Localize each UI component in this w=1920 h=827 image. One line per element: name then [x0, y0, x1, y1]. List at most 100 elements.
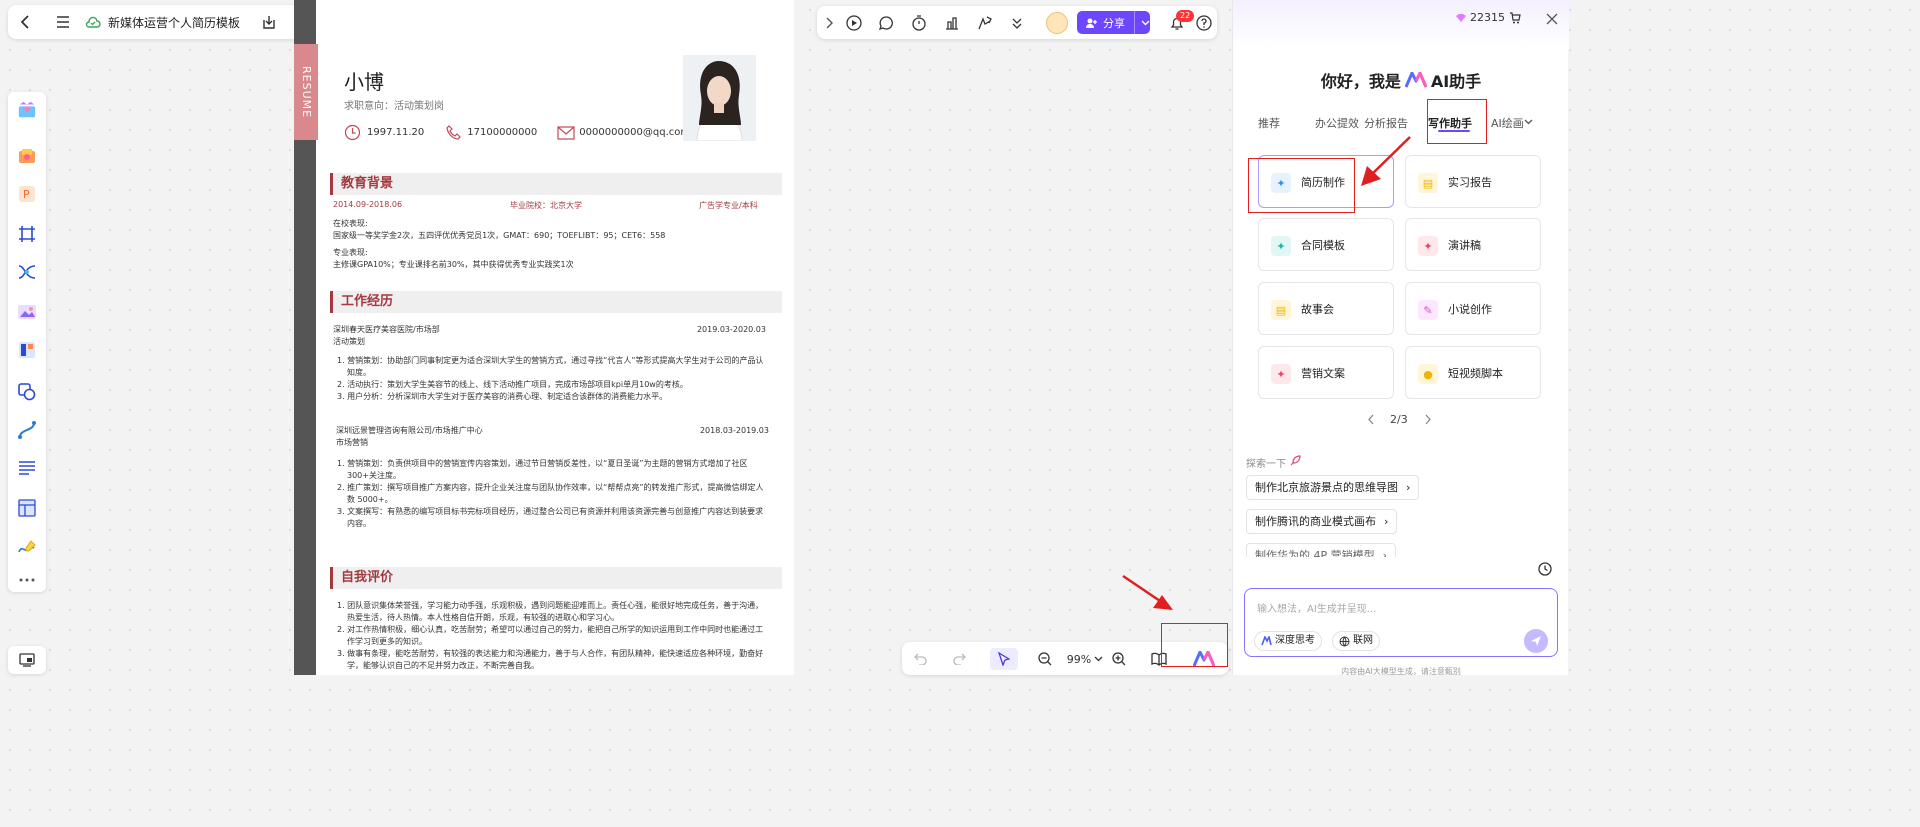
job-company: 深圳春天医疗美容医院/市场部 [333, 325, 440, 334]
sparkle-icon: ✦ [1271, 236, 1291, 256]
more-tools-icon[interactable] [1008, 14, 1026, 32]
ai-assistant-logo-icon[interactable] [1192, 650, 1216, 668]
layout-icon[interactable] [17, 340, 37, 360]
resume-phone: 17100000000 [467, 127, 538, 138]
job-item: 1. 营销策划：负责供项目中的营销宣传内容策划，通过节日营销反差性，以“夏日圣诞… [337, 459, 748, 480]
sparkle-icon: ✦ [1271, 364, 1291, 384]
work-heading: 工作经历 [330, 291, 782, 313]
book-icon[interactable] [1150, 650, 1168, 668]
document-title[interactable]: 新媒体运营个人简历模板 [108, 14, 240, 31]
tab-office[interactable]: 办公提效 [1315, 115, 1359, 131]
self-item: 2. 对工作热情积极，细心认真，吃苦耐劳；希望可以通过自己的努力，能把自己所学的… [337, 625, 764, 646]
deep-think-icon [1261, 636, 1272, 646]
svg-text:P: P [23, 188, 30, 201]
vote-icon[interactable] [943, 14, 961, 32]
send-button[interactable] [1524, 629, 1548, 653]
card-resume[interactable]: ✦ 简历制作 [1258, 155, 1394, 208]
help-icon[interactable] [1195, 14, 1213, 32]
job-period: 2018.03-2019.03 [699, 426, 769, 435]
network-toggle[interactable]: 联网 [1332, 631, 1380, 651]
connector-icon[interactable] [17, 420, 37, 440]
edu-major-text: 主修课GPA10%；专业课排名前30%，其中获得优秀专业实践奖1次 [333, 260, 574, 269]
document-icon: ▤ [1418, 173, 1438, 193]
share-button[interactable]: 分享 [1077, 11, 1150, 34]
chevron-right-icon: › [1406, 481, 1411, 494]
undo-icon[interactable] [912, 650, 930, 668]
ppt-icon[interactable]: P [17, 184, 37, 204]
zoom-in-icon[interactable] [1110, 650, 1128, 668]
resume-intent: 求职意向：活动策划岗 [344, 101, 444, 112]
prev-page-icon[interactable] [1367, 414, 1375, 425]
zoom-out-icon[interactable] [1036, 650, 1054, 668]
history-icon[interactable] [1538, 562, 1552, 576]
calendar-icon [344, 124, 361, 141]
card-video-script[interactable]: ● 短视频脚本 [1405, 346, 1541, 399]
cloud-sync-icon [82, 11, 104, 33]
play-icon[interactable] [845, 14, 863, 32]
suggestion-chip[interactable]: 制作华为的 4P 营销模型 › [1246, 543, 1397, 557]
self-item: 1. 团队意识集体荣誉强，学习能力动手强，乐观积极，遇到问题能迎难而上。责任心强… [337, 601, 764, 622]
comment-icon[interactable] [877, 14, 895, 32]
deep-think-toggle[interactable]: 深度思考 [1254, 631, 1322, 651]
close-icon[interactable] [1546, 10, 1558, 29]
menu-icon[interactable] [52, 11, 74, 33]
text-icon[interactable] [17, 458, 37, 478]
cart-icon[interactable] [1509, 11, 1521, 24]
frame-icon[interactable] [17, 224, 37, 244]
laser-icon[interactable] [976, 14, 994, 32]
ai-logo-icon [1404, 72, 1427, 88]
card-story[interactable]: ▤ 故事会 [1258, 282, 1394, 335]
tab-ai-painting[interactable]: AI绘画 [1491, 115, 1524, 131]
prompt-input-box[interactable]: 输入想法，AI生成并呈现... 深度思考 联网 [1244, 588, 1558, 657]
shape-icon[interactable] [17, 382, 37, 402]
material-icon[interactable] [17, 146, 37, 166]
edu-perf-label: 在校表现: [333, 219, 368, 228]
card-label: 简历制作 [1301, 176, 1345, 189]
tab-analysis[interactable]: 分析报告 [1364, 115, 1408, 131]
image-icon[interactable] [17, 302, 37, 322]
prompt-input[interactable]: 输入想法，AI生成并呈现... [1257, 600, 1376, 615]
zoom-dropdown-icon[interactable] [1092, 650, 1104, 668]
card-novel[interactable]: ✎ 小说创作 [1405, 282, 1541, 335]
timer-icon[interactable] [910, 14, 928, 32]
chevron-down-icon[interactable] [1141, 20, 1150, 26]
explore-label: 探索一下 [1246, 459, 1286, 470]
select-tool[interactable] [990, 648, 1018, 670]
credits-display[interactable]: 22315 [1455, 11, 1521, 24]
table-icon[interactable] [17, 498, 37, 518]
greeting-suffix: AI助手 [1430, 72, 1482, 91]
disclaimer: 内容由AI大模型生成，请注意甄别 [1341, 667, 1461, 676]
pen-icon[interactable] [17, 537, 37, 557]
network-label: 联网 [1353, 635, 1373, 646]
resume-page[interactable]: RESUME 小博 求职意向：活动策划岗 1997.11.20 17100000… [294, 0, 794, 675]
suggestion-text: 制作北京旅游景点的思维导图 [1255, 481, 1398, 494]
suggestion-chip[interactable]: 制作北京旅游景点的思维导图 › [1246, 475, 1420, 500]
template-icon[interactable] [17, 100, 37, 120]
more-icon[interactable] [17, 570, 37, 590]
card-contract[interactable]: ✦ 合同模板 [1258, 218, 1394, 271]
suggestion-chip[interactable]: 制作腾讯的商业模式画布 › [1246, 509, 1398, 534]
suggestion-text: 制作华为的 4P 营销模型 [1255, 549, 1375, 557]
mindmap-icon[interactable] [17, 262, 37, 282]
send-icon [1531, 636, 1541, 646]
collapse-icon[interactable] [820, 14, 838, 32]
card-internship[interactable]: ▤ 实习报告 [1405, 155, 1541, 208]
deep-think-label: 深度思考 [1275, 635, 1315, 646]
minimap-icon [19, 653, 35, 667]
card-label: 短视频脚本 [1448, 367, 1503, 380]
chevron-right-icon: › [1382, 549, 1388, 557]
tab-recommend[interactable]: 推荐 [1258, 115, 1280, 131]
redo-icon[interactable] [950, 650, 968, 668]
next-page-icon[interactable] [1424, 414, 1432, 425]
user-avatar[interactable] [1046, 12, 1068, 34]
card-marketing[interactable]: ✦ 营销文案 [1258, 346, 1394, 399]
download-icon[interactable] [258, 11, 280, 33]
back-icon[interactable] [14, 11, 36, 33]
tab-writing[interactable]: 写作助手 [1428, 115, 1472, 131]
card-speech[interactable]: ✦ 演讲稿 [1405, 218, 1541, 271]
zoom-level[interactable]: 99% [1064, 650, 1094, 668]
minimap-button[interactable] [8, 646, 46, 674]
cursor-icon [998, 652, 1010, 666]
notification-badge: 22 [1176, 10, 1195, 22]
chevron-down-icon[interactable] [1524, 119, 1533, 125]
